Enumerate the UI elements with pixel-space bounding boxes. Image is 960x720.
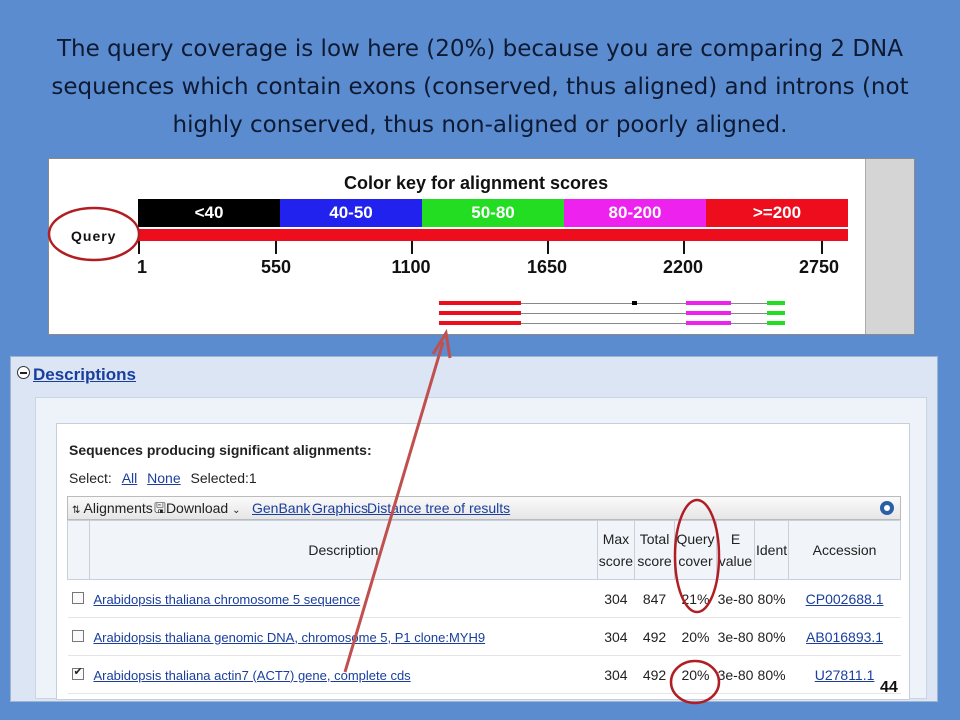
row-checkbox[interactable] — [72, 591, 85, 604]
select-label: Select: — [69, 470, 112, 486]
query-label: Query — [71, 228, 117, 244]
query-cover-cell: 21% — [674, 579, 717, 618]
ident-cell: 80% — [754, 617, 789, 656]
ident-cell: 80% — [754, 655, 789, 694]
total-score-cell: 492 — [634, 655, 675, 694]
column-header-description[interactable]: Description — [88, 520, 598, 580]
color-key-segment: 50-80 — [422, 199, 564, 227]
evalue-cell: 3e-80 — [716, 655, 755, 694]
total-score-cell: 492 — [634, 617, 675, 656]
collapse-icon[interactable] — [17, 366, 30, 379]
hit-row[interactable] — [439, 321, 789, 325]
axis-tick-label: 1 — [136, 257, 148, 277]
description-link[interactable]: Arabidopsis thaliana chromosome 5 sequen… — [93, 592, 360, 607]
query-cover-cell: 20% — [674, 655, 717, 694]
column-header-accession[interactable]: Accession — [788, 520, 901, 580]
max-score-cell: 304 — [597, 655, 635, 694]
query-bar — [138, 229, 848, 241]
results-box: Sequences producing significant alignmen… — [56, 423, 910, 700]
color-key-sidebar — [865, 159, 914, 334]
max-score-cell: 304 — [597, 579, 635, 618]
table-row: Arabidopsis thaliana genomic DNA, chromo… — [67, 617, 901, 656]
select-row: Select: All None Selected:1 — [69, 470, 257, 486]
table-row: Arabidopsis thaliana actin7 (ACT7) gene,… — [67, 655, 901, 694]
arrow-head-icon — [431, 328, 452, 359]
hit-row[interactable] — [439, 311, 789, 315]
graphics-link[interactable]: Graphics — [312, 497, 368, 519]
color-key-segment: 80-200 — [564, 199, 706, 227]
descriptions-container: Sequences producing significant alignmen… — [35, 397, 927, 700]
gear-icon[interactable] — [880, 501, 894, 515]
axis-tick-label: 550 — [260, 257, 292, 277]
column-header-evalue[interactable]: Evalue — [716, 520, 755, 580]
column-header-max-score[interactable]: Max score — [596, 520, 636, 580]
chevron-down-icon: ⌄ — [232, 505, 241, 516]
table-row: Arabidopsis thaliana chromosome 5 sequen… — [67, 579, 901, 618]
axis-tick — [821, 241, 823, 254]
description-link[interactable]: Arabidopsis thaliana actin7 (ACT7) gene,… — [93, 668, 410, 683]
column-header-query-cover[interactable]: Query cover — [674, 520, 717, 580]
checkbox-column-header — [67, 520, 90, 580]
color-key-segment: <40 — [138, 199, 280, 227]
query-cover-cell: 20% — [674, 617, 717, 656]
max-score-cell: 304 — [597, 617, 635, 656]
column-header-ident[interactable]: Ident — [753, 520, 790, 580]
save-icon: 🖫 — [154, 500, 166, 516]
axis-tick — [138, 241, 140, 254]
color-key-panel: Color key for alignment scores <40 40-50… — [48, 158, 915, 335]
total-score-cell: 847 — [634, 579, 675, 618]
accession-link[interactable]: AB016893.1 — [806, 629, 883, 645]
accession-link[interactable]: CP002688.1 — [806, 591, 884, 607]
accession-link[interactable]: U27811.1 — [815, 667, 875, 683]
query-axis: 1 550 1100 1650 2200 2750 — [136, 241, 848, 281]
evalue-cell: 3e-80 — [716, 617, 755, 656]
ident-cell: 80% — [754, 579, 789, 618]
axis-tick — [275, 241, 277, 254]
row-checkbox-checked[interactable] — [72, 665, 85, 680]
genbank-link[interactable]: GenBank — [252, 497, 310, 519]
axis-tick-label: 2200 — [662, 257, 704, 277]
evalue-cell: 3e-80 — [716, 579, 755, 618]
select-all-link[interactable]: All — [122, 470, 138, 486]
descriptions-header[interactable]: Descriptions — [17, 365, 136, 385]
row-checkbox[interactable] — [72, 629, 85, 642]
slide-title: The query coverage is low here (20%) bec… — [51, 36, 909, 138]
download-button[interactable]: 🖫Download ⌄ — [154, 497, 240, 522]
axis-tick — [547, 241, 549, 254]
color-key-title: Color key for alignment scores — [344, 173, 609, 193]
axis-tick-label: 1100 — [391, 257, 431, 277]
axis-tick-label: 1650 — [526, 257, 568, 277]
table-header-row: Description Max score Total score Query cov… — [67, 520, 901, 580]
alignments-button[interactable]: ⇅ Alignments — [72, 497, 153, 522]
column-header-total-score[interactable]: Total score — [634, 520, 676, 580]
descriptions-link[interactable]: Descriptions — [33, 365, 136, 384]
selected-count: Selected:1 — [190, 470, 257, 486]
section-title: Sequences producing significant alignmen… — [69, 442, 372, 458]
select-none-link[interactable]: None — [147, 470, 180, 486]
distance-tree-link[interactable]: Distance tree of results — [367, 497, 510, 519]
hit-row[interactable] — [439, 301, 789, 305]
axis-tick — [411, 241, 413, 254]
color-key-bar: <40 40-50 50-80 80-200 >=200 — [138, 199, 848, 227]
axis-tick-label: 2750 — [798, 257, 840, 277]
description-link[interactable]: Arabidopsis thaliana genomic DNA, chromo… — [93, 630, 485, 645]
sort-icon: ⇅ — [72, 505, 81, 516]
results-table: Description Max score Total score Query cov… — [67, 520, 901, 694]
color-key-segment: >=200 — [706, 199, 848, 227]
color-key-segment: 40-50 — [280, 199, 422, 227]
page-number: 44 — [880, 679, 898, 696]
descriptions-panel: Descriptions Sequences producing signifi… — [10, 356, 938, 702]
axis-tick — [683, 241, 685, 254]
results-toolbar: ⇅ Alignments 🖫Download ⌄ GenBank Graphic… — [67, 496, 901, 520]
